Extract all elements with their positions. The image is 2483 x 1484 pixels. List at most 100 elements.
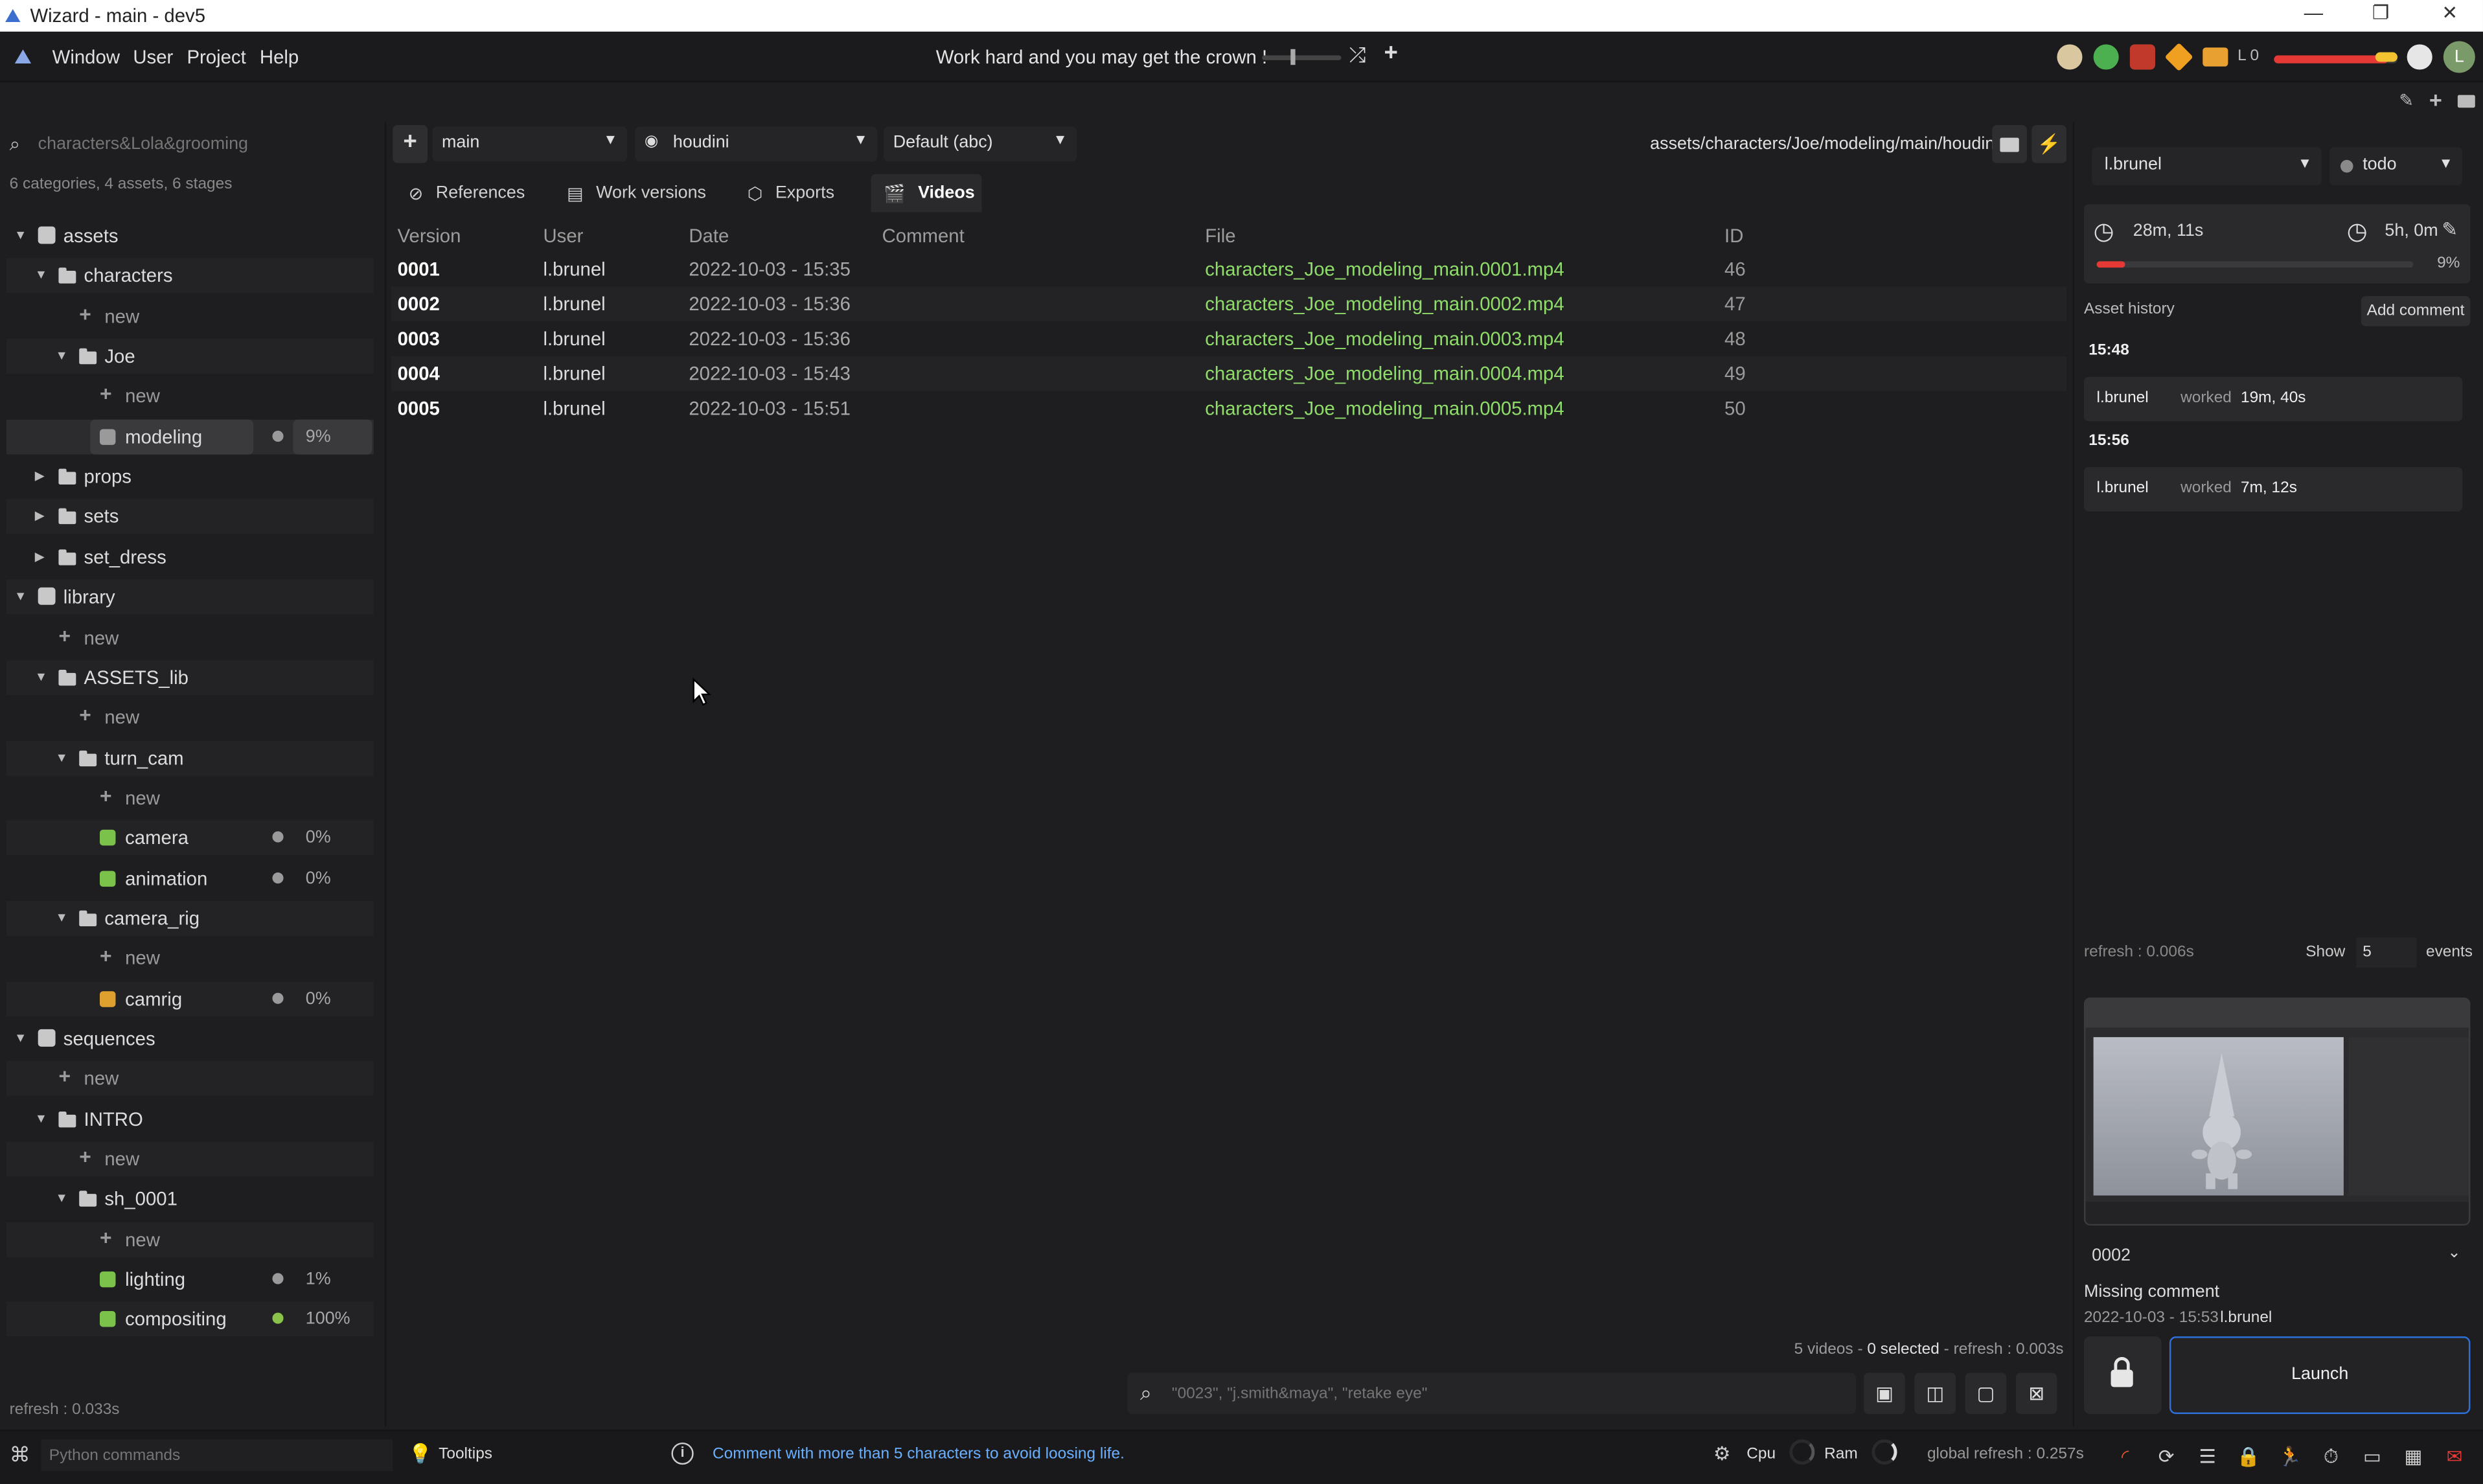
- console-icon[interactable]: ▭: [2358, 1443, 2386, 1471]
- skull-badge-icon[interactable]: [2057, 44, 2083, 70]
- tree-item-lighting[interactable]: lighting 1%: [6, 1262, 374, 1297]
- expand-arrow-icon[interactable]: ▼: [14, 1031, 27, 1045]
- version-select[interactable]: 0002 ⌄: [2084, 1240, 2470, 1272]
- collapse-arrow-icon[interactable]: ▶: [35, 469, 45, 483]
- tree-item-assets[interactable]: ▼ assets: [6, 218, 374, 253]
- tree-item-props[interactable]: ▶ props: [6, 459, 374, 494]
- shield-badge-icon[interactable]: [2129, 44, 2155, 70]
- tooltips-toggle[interactable]: Tooltips: [439, 1446, 492, 1463]
- tree-new-item[interactable]: + new: [6, 941, 374, 976]
- settings-sliders-icon[interactable]: ☰: [2193, 1443, 2222, 1471]
- edit-estimation-icon[interactable]: ✎: [2442, 218, 2458, 240]
- tree-new-item[interactable]: + new: [6, 781, 374, 816]
- menu-window[interactable]: Window: [52, 46, 120, 68]
- close-window-button[interactable]: ✕: [2442, 1, 2458, 23]
- lock-button[interactable]: [2083, 1336, 2162, 1414]
- tree-item-camera_rig[interactable]: ▼ camera_rig: [6, 900, 374, 936]
- minimize-button[interactable]: —: [2304, 1, 2323, 23]
- tree-item-camera[interactable]: camera 0%: [6, 820, 374, 856]
- tree-item-set_dress[interactable]: ▶ set_dress: [6, 540, 374, 575]
- expand-arrow-icon[interactable]: ▼: [35, 1112, 47, 1126]
- maximize-button[interactable]: ❐: [2372, 1, 2389, 23]
- tree-item-camrig[interactable]: camrig 0%: [6, 981, 374, 1017]
- tree-new-item[interactable]: + new: [6, 700, 374, 735]
- lock-status-icon[interactable]: 🔒: [2234, 1443, 2263, 1471]
- open-folder-button[interactable]: [1992, 125, 2027, 163]
- notifications-icon[interactable]: ✉: [2440, 1443, 2469, 1471]
- collapse-arrow-icon[interactable]: ▶: [35, 549, 45, 564]
- open-browser-button[interactable]: ⚡: [2031, 125, 2067, 163]
- lightbulb-icon[interactable]: 💡: [409, 1443, 433, 1465]
- edit-icon[interactable]: ✎: [2399, 90, 2414, 111]
- state-dropdown[interactable]: todo ▼: [2329, 147, 2463, 186]
- table-row[interactable]: 0005 l.brunel 2022-10-03 - 15:51 characters…: [391, 391, 2066, 426]
- tree-item-sets[interactable]: ▶ sets: [6, 499, 374, 534]
- expand-arrow-icon[interactable]: ▼: [14, 589, 27, 603]
- show-count-input[interactable]: [2356, 937, 2417, 968]
- table-row[interactable]: 0002 l.brunel 2022-10-03 - 15:36 characters…: [391, 286, 2067, 322]
- menu-project[interactable]: Project: [187, 46, 246, 68]
- shuffle-icon[interactable]: ⤮: [1349, 43, 1366, 68]
- tab-references[interactable]: ⊘ References: [396, 174, 542, 212]
- panels-icon[interactable]: ▦: [2399, 1443, 2427, 1471]
- tree-item-compositing[interactable]: compositing 100%: [6, 1301, 374, 1337]
- deselect-button[interactable]: ⊠: [2015, 1373, 2057, 1414]
- expand-arrow-icon[interactable]: ▼: [56, 348, 68, 363]
- tree-item-animation[interactable]: animation 0%: [6, 862, 374, 896]
- collapse-arrow-icon[interactable]: ▶: [35, 508, 45, 523]
- tree-item-joe[interactable]: ▼ Joe: [6, 339, 374, 374]
- col-date[interactable]: Date: [689, 225, 729, 247]
- col-file[interactable]: File: [1205, 225, 1235, 247]
- run-icon[interactable]: 🏃: [2276, 1443, 2304, 1471]
- tab-videos[interactable]: 🎬 Videos: [871, 174, 982, 212]
- variant-dropdown[interactable]: main ▼: [432, 126, 628, 162]
- add-icon[interactable]: +: [2429, 87, 2442, 112]
- tree-item-turn_cam[interactable]: ▼ turn_cam: [6, 741, 374, 776]
- green-badge-icon[interactable]: [2093, 44, 2119, 70]
- videos-search-input[interactable]: [1171, 1379, 1837, 1408]
- add-comment-button[interactable]: Add comment: [2361, 296, 2471, 326]
- add-variant-button[interactable]: +: [393, 125, 428, 163]
- comment-filter-button[interactable]: ◫: [1914, 1373, 1956, 1414]
- diamond-badge-icon[interactable]: [2164, 42, 2193, 72]
- tree-new-item[interactable]: + new: [6, 1060, 374, 1096]
- event-card[interactable]: l.brunel worked 7m, 12s: [2083, 467, 2463, 512]
- tree-item-intro[interactable]: ▼ INTRO: [6, 1102, 374, 1137]
- tab-work-versions[interactable]: ▤ Work versions: [557, 174, 725, 212]
- menu-user[interactable]: User: [133, 46, 173, 68]
- settings-badge-icon[interactable]: [2407, 44, 2432, 70]
- toggle-thumbnails-button[interactable]: ▣: [1864, 1373, 1905, 1414]
- expand-arrow-icon[interactable]: ▼: [56, 1191, 68, 1205]
- export-format-dropdown[interactable]: Default (abc) ▼: [884, 126, 1077, 162]
- tree-new-item[interactable]: + new: [6, 621, 374, 656]
- tree-item-assets_lib[interactable]: ▼ ASSETS_lib: [6, 660, 374, 696]
- tree-item-library[interactable]: ▼ library: [6, 579, 374, 615]
- expand-arrow-icon[interactable]: ▼: [56, 911, 68, 925]
- folder-icon[interactable]: [2457, 95, 2475, 108]
- crown-icon[interactable]: [2203, 47, 2228, 67]
- tree-item-modeling[interactable]: modeling 9%: [6, 419, 374, 455]
- tree-item-sequences[interactable]: ▼ sequences: [6, 1022, 374, 1056]
- tab-exports[interactable]: ⬡ Exports: [738, 174, 865, 212]
- frame-button[interactable]: ▢: [1965, 1373, 2007, 1414]
- launch-button[interactable]: Launch: [2169, 1336, 2471, 1414]
- expand-arrow-icon[interactable]: ▼: [56, 751, 68, 765]
- add-quote-icon[interactable]: +: [1384, 40, 1397, 67]
- col-comment[interactable]: Comment: [882, 225, 965, 247]
- tree-new-item[interactable]: + new: [6, 1222, 374, 1257]
- table-row[interactable]: 0001 l.brunel 2022-10-03 - 15:35 characters…: [391, 252, 2066, 287]
- col-user[interactable]: User: [543, 225, 583, 247]
- expand-arrow-icon[interactable]: ▼: [35, 268, 47, 282]
- tree-item-sh_0001[interactable]: ▼ sh_0001: [6, 1181, 374, 1216]
- python-command-input[interactable]: [41, 1439, 393, 1471]
- software-dropdown[interactable]: ◉ houdini ▼: [635, 126, 878, 162]
- tree-new-item[interactable]: + new: [6, 378, 374, 413]
- quote-slider[interactable]: [1262, 49, 1342, 65]
- col-id[interactable]: ID: [1724, 225, 1743, 247]
- col-version[interactable]: Version: [398, 225, 461, 247]
- table-row[interactable]: 0003 l.brunel 2022-10-03 - 15:36 characters…: [391, 321, 2066, 356]
- stopwatch-icon[interactable]: ⏱: [2317, 1443, 2345, 1471]
- assigned-user-dropdown[interactable]: l.brunel ▼: [2092, 147, 2322, 186]
- video-thumbnail[interactable]: [2083, 998, 2471, 1226]
- table-row[interactable]: 0004 l.brunel 2022-10-03 - 15:43 characters…: [391, 356, 2067, 391]
